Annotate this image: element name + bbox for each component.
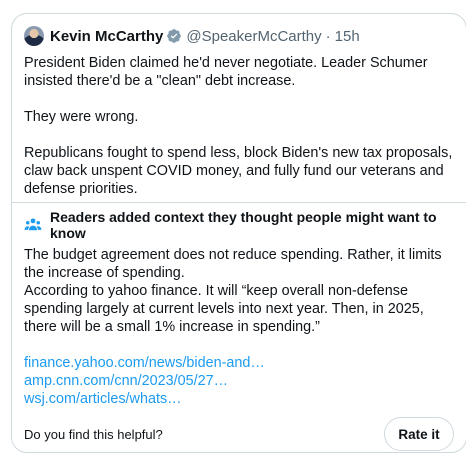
note-link[interactable]: wsj.com/articles/whats… [24, 390, 454, 408]
post-time[interactable]: 15h [335, 28, 360, 45]
separator-dot: · [325, 27, 331, 45]
tweet-paragraph: President Biden claimed he'd never negot… [24, 55, 428, 89]
avatar[interactable] [24, 26, 44, 46]
note-link[interactable]: finance.yahoo.com/news/biden-and… [24, 354, 454, 372]
author-row: Kevin McCarthy @SpeakerMcCarthy · 15h [24, 24, 454, 48]
rate-it-button[interactable]: Rate it [384, 417, 454, 451]
tweet-card[interactable]: Kevin McCarthy @SpeakerMcCarthy · 15h Pr… [11, 13, 466, 453]
people-group-icon [24, 218, 42, 231]
tweet-body: Kevin McCarthy @SpeakerMcCarthy · 15h Pr… [12, 14, 466, 202]
helpful-row: Do you find this helpful? Rate it [12, 417, 466, 451]
note-links: finance.yahoo.com/news/biden-and… amp.cn… [24, 354, 454, 408]
note-line: The budget agreement does not reduce spe… [24, 247, 442, 281]
community-note-header: Readers added context they thought peopl… [12, 203, 466, 241]
note-link[interactable]: amp.cnn.com/cnn/2023/05/27… [24, 372, 454, 390]
verified-badge-icon [167, 29, 182, 43]
author-handle[interactable]: @SpeakerMcCarthy [186, 28, 321, 45]
tweet-paragraph: Republicans fought to spend less, block … [24, 145, 453, 197]
community-note-body: The budget agreement does not reduce spe… [12, 237, 466, 408]
community-note-title: Readers added context they thought peopl… [50, 209, 437, 241]
tweet-text: President Biden claimed he'd never negot… [24, 54, 454, 198]
tweet-paragraph: They were wrong. [24, 109, 139, 125]
community-note: Readers added context they thought peopl… [12, 202, 466, 451]
helpful-question: Do you find this helpful? [24, 426, 163, 442]
author-name[interactable]: Kevin McCarthy [50, 28, 163, 45]
note-line: According to yahoo finance. It will “kee… [24, 283, 424, 335]
